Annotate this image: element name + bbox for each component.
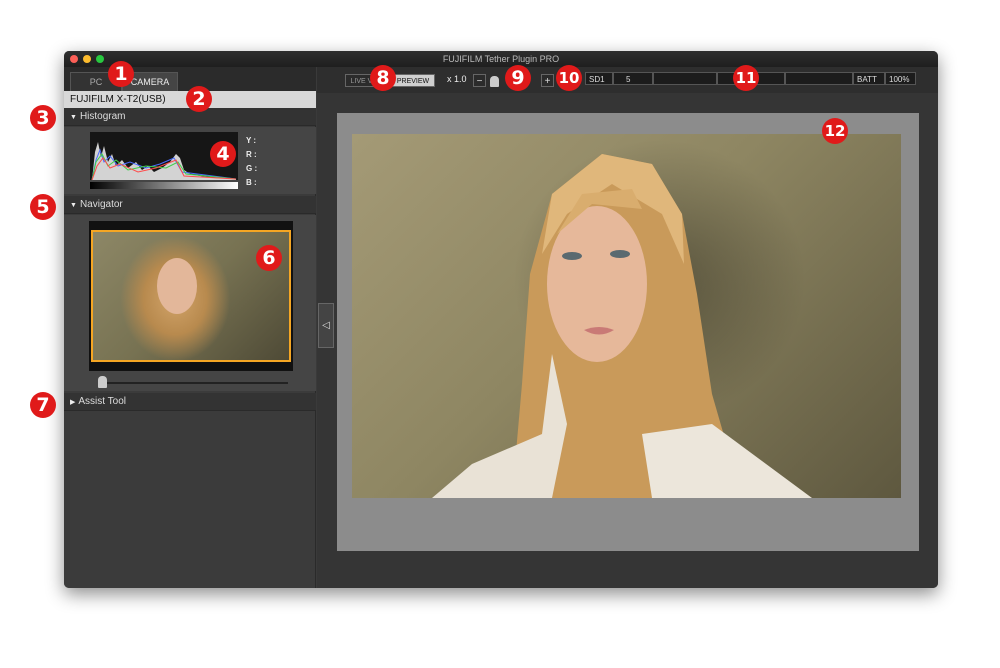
- annotation-10: 10: [556, 65, 582, 91]
- zoom-in-button[interactable]: +: [541, 74, 554, 87]
- annotation-3: 3: [30, 105, 56, 131]
- annotation-1: 1: [108, 61, 134, 87]
- main-view: LIVE VIEW PREVIEW x 1.0 − + SD1 5 BATT 1…: [317, 67, 938, 588]
- close-window-button[interactable]: [70, 55, 78, 63]
- histogram-label: Histogram: [79, 111, 126, 122]
- battery-value: 100%: [885, 72, 916, 85]
- annotation-6: 6: [256, 245, 282, 271]
- toolbar: LIVE VIEW PREVIEW x 1.0 − + SD1 5 BATT 1…: [317, 67, 938, 93]
- preview-image: [352, 134, 901, 498]
- navigator-header[interactable]: ▼ Navigator: [64, 196, 316, 214]
- navigator-frame: [89, 221, 293, 371]
- sidebar: PC CAMERA FUJIFILM X-T2(USB) ▼ Histogram …: [64, 67, 316, 588]
- portrait-figure: [432, 154, 812, 498]
- readout-g: G :: [246, 164, 258, 173]
- shot-count: 5: [613, 72, 653, 85]
- annotation-12: 12: [822, 118, 848, 144]
- zoom-out-button[interactable]: −: [473, 74, 486, 87]
- annotation-4: 4: [210, 141, 236, 167]
- expanded-triangle-icon: ▼: [70, 202, 77, 209]
- minimize-window-button[interactable]: [83, 55, 91, 63]
- preview-frame: [337, 113, 919, 551]
- navigator-label: Navigator: [79, 199, 123, 210]
- annotation-8: 8: [370, 65, 396, 91]
- maximize-window-button[interactable]: [96, 55, 104, 63]
- collapsed-triangle-icon: ▶: [70, 399, 76, 406]
- readout-r: R :: [246, 150, 257, 159]
- battery-label: BATT: [853, 72, 885, 85]
- media-slot: SD1: [585, 72, 613, 85]
- annotation-11: 11: [733, 65, 759, 91]
- histogram-header[interactable]: ▼ Histogram: [64, 108, 316, 126]
- annotation-5: 5: [30, 194, 56, 220]
- navigator-panel: [64, 215, 316, 391]
- annotation-2: 2: [186, 86, 212, 112]
- title-bar: FUJIFILM Tether Plugin PRO: [64, 51, 938, 67]
- collapse-arrow-icon: ◁: [322, 320, 330, 331]
- navigator-zoom-track[interactable]: [98, 382, 288, 384]
- readout-y: Y :: [246, 136, 257, 145]
- readout-b: B :: [246, 178, 257, 187]
- window-title: FUJIFILM Tether Plugin PRO: [442, 54, 560, 64]
- zoom-slider-thumb[interactable]: [490, 76, 499, 87]
- expanded-triangle-icon: ▼: [70, 114, 77, 121]
- preview-button[interactable]: PREVIEW: [391, 74, 435, 87]
- navigator-zoom-thumb[interactable]: [98, 376, 107, 388]
- assist-tool-label: Assist Tool: [78, 396, 127, 407]
- histogram-panel: Y : R : G : B :: [64, 127, 316, 194]
- collapse-sidebar-button[interactable]: ◁: [318, 303, 334, 348]
- annotation-7: 7: [30, 392, 56, 418]
- annotation-9: 9: [505, 65, 531, 91]
- status-slot-5: [785, 72, 853, 85]
- zoom-readout: x 1.0: [447, 74, 467, 84]
- histogram-readouts: Y : R : G : B :: [246, 134, 257, 190]
- source-tabs: PC CAMERA: [64, 67, 316, 91]
- thumbnail-face: [157, 258, 197, 314]
- app-window: FUJIFILM Tether Plugin PRO PC CAMERA FUJ…: [64, 51, 938, 588]
- assist-tool-header[interactable]: ▶ Assist Tool: [64, 393, 316, 411]
- status-slot-3: [653, 72, 717, 85]
